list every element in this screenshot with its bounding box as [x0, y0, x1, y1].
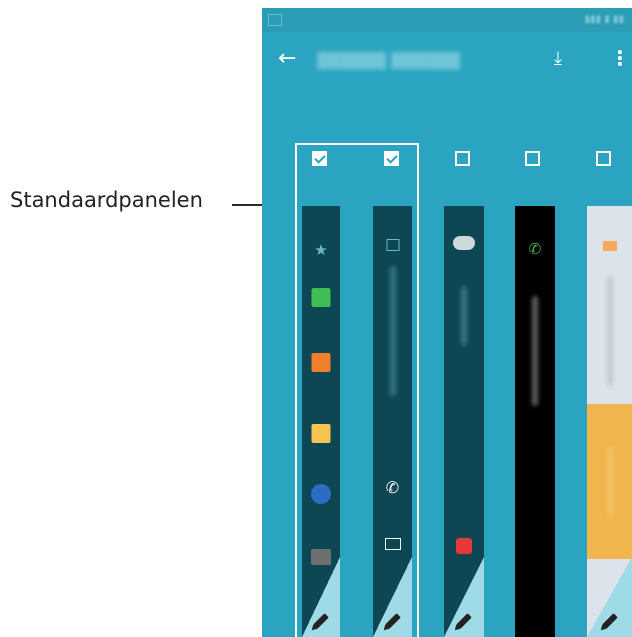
arrow-left-icon[interactable]: ←: [278, 46, 296, 71]
more-vert-icon[interactable]: ⋮: [610, 46, 630, 70]
panel-strip-4[interactable]: ✆: [515, 206, 555, 637]
weather-icon: [453, 236, 475, 250]
default-panels-frame: [295, 143, 419, 637]
panel-strip-3[interactable]: [444, 206, 484, 637]
blurred-text: [606, 446, 613, 516]
blurred-text: [532, 296, 538, 406]
phone-call-icon: ✆: [528, 240, 542, 258]
status-icons: ▮▮▮ ▮ ▮▮: [584, 14, 624, 25]
notification-icon: [268, 14, 282, 26]
panel-checkbox-4[interactable]: [525, 151, 540, 166]
email-notification-icon: [602, 241, 617, 251]
panel-strip-5[interactable]: [587, 206, 632, 637]
panel-checkbox-5[interactable]: [596, 151, 611, 166]
callout-label: Standaardpanelen: [10, 188, 203, 212]
download-icon[interactable]: ⤓: [554, 48, 562, 69]
page-title: ▒▒▒▒▒▒ ▒▒▒▒▒▒: [317, 52, 461, 70]
status-bar: ▮▮▮ ▮ ▮▮: [262, 8, 632, 32]
record-icon: [456, 538, 472, 554]
panel-checkbox-3[interactable]: [455, 151, 470, 166]
blurred-text: [606, 276, 613, 386]
blurred-text: [461, 286, 467, 346]
app-bar: ← ▒▒▒▒▒▒ ▒▒▒▒▒▒ ⤓ ⋮: [262, 32, 632, 92]
